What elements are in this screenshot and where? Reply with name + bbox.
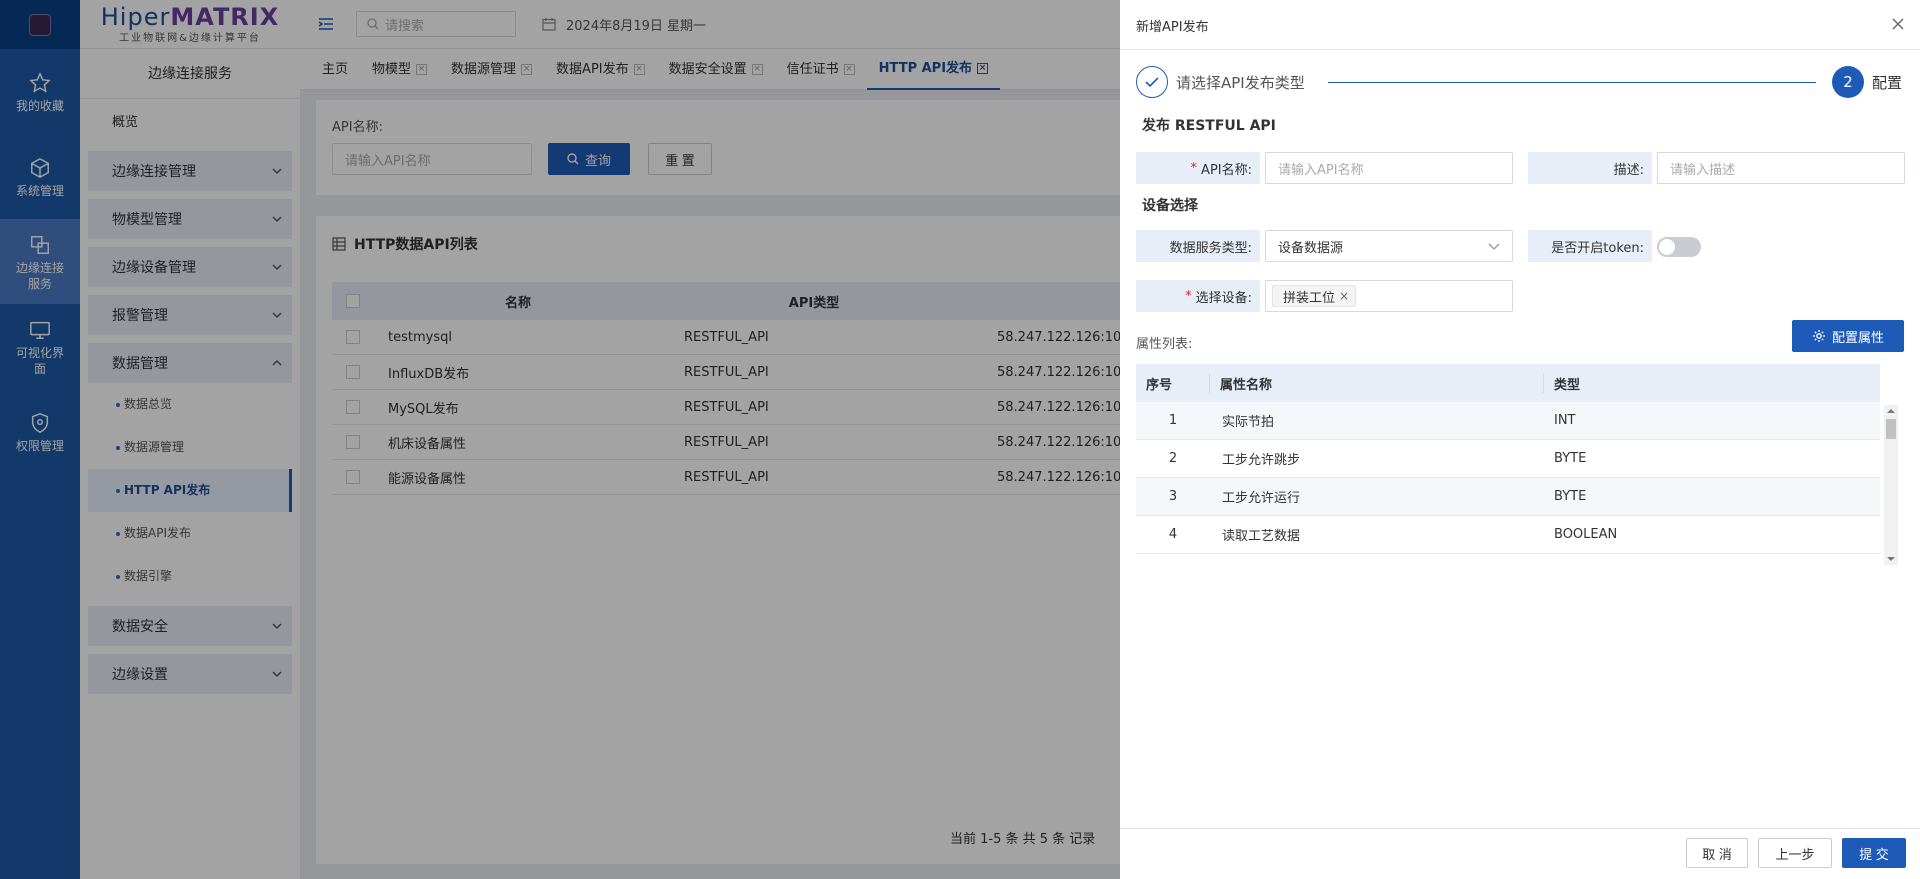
scroll-down-icon[interactable]: [1884, 553, 1898, 565]
section-restful: 发布 RESTFUL API: [1142, 118, 1276, 134]
api-name-field[interactable]: 请输入API名称: [1265, 152, 1513, 184]
step-1-circle: [1136, 66, 1168, 98]
prev-step-button[interactable]: 上一步: [1758, 838, 1832, 868]
device-tag: 拼装工位 ×: [1272, 285, 1357, 307]
drawer-title: 新增API发布: [1136, 20, 1209, 35]
step-connector: [1328, 82, 1816, 83]
attribute-table: 序号 属性名称 类型 1 实际节拍 INT 2 工步允许跳步 BYTE 3 工步允许运行 B…: [1136, 364, 1880, 554]
service-type-select[interactable]: 设备数据源: [1265, 230, 1513, 262]
table-row[interactable]: 3 工步允许运行 BYTE: [1136, 478, 1880, 516]
gear-icon: [1812, 330, 1825, 342]
attr-table-body: 1 实际节拍 INT 2 工步允许跳步 BYTE 3 工步允许运行 BYTE 4 读取工艺数据…: [1136, 402, 1880, 554]
toggle-knob: [1659, 239, 1675, 255]
section-device: 设备选择: [1142, 198, 1198, 214]
table-row[interactable]: 2 工步允许跳步 BYTE: [1136, 440, 1880, 478]
close-icon[interactable]: [1892, 18, 1904, 30]
col-attr-type: 类型: [1554, 377, 1581, 393]
drawer-footer-divider: [1120, 828, 1920, 829]
device-select[interactable]: 拼装工位 ×: [1265, 280, 1513, 312]
token-toggle[interactable]: [1657, 237, 1701, 257]
col-attr-name: 属性名称: [1210, 373, 1544, 393]
config-attr-button[interactable]: 配置属性: [1792, 320, 1904, 352]
device-label: * 选择设备:: [1136, 280, 1260, 312]
description-field[interactable]: 请输入描述: [1657, 152, 1905, 184]
cancel-button[interactable]: 取 消: [1686, 838, 1748, 868]
api-name-label: * API名称:: [1136, 152, 1260, 184]
desc-label: 描述:: [1528, 152, 1652, 184]
required-mark: *: [1185, 288, 1192, 304]
step-2-label: 配置: [1872, 73, 1903, 92]
attr-table-scrollbar[interactable]: [1884, 405, 1898, 565]
check-icon: [1145, 77, 1159, 88]
service-type-label: 数据服务类型:: [1136, 230, 1260, 262]
token-label: 是否开启token:: [1528, 230, 1652, 262]
step-2: 2 配置: [1832, 66, 1902, 98]
step-1: 请选择API发布类型: [1136, 66, 1305, 98]
col-index: 序号: [1136, 373, 1210, 393]
submit-button[interactable]: 提 交: [1842, 838, 1906, 868]
drawer-title-divider: [1120, 49, 1920, 50]
scroll-thumb[interactable]: [1886, 419, 1896, 439]
table-row[interactable]: 1 实际节拍 INT: [1136, 402, 1880, 440]
add-api-drawer: 新增API发布 请选择API发布类型 2 配置 发布 RESTFUL API *…: [1120, 0, 1920, 879]
step-1-label: 请选择API发布类型: [1176, 73, 1305, 92]
table-row[interactable]: 4 读取工艺数据 BOOLEAN: [1136, 516, 1880, 554]
tag-close-icon[interactable]: ×: [1339, 289, 1349, 303]
attr-table-header: 序号 属性名称 类型: [1136, 364, 1880, 402]
scroll-up-icon[interactable]: [1884, 405, 1898, 417]
attr-list-label: 属性列表:: [1136, 337, 1193, 352]
required-mark: *: [1190, 160, 1198, 176]
chevron-down-icon: [1488, 243, 1500, 250]
step-2-circle: 2: [1832, 66, 1864, 98]
